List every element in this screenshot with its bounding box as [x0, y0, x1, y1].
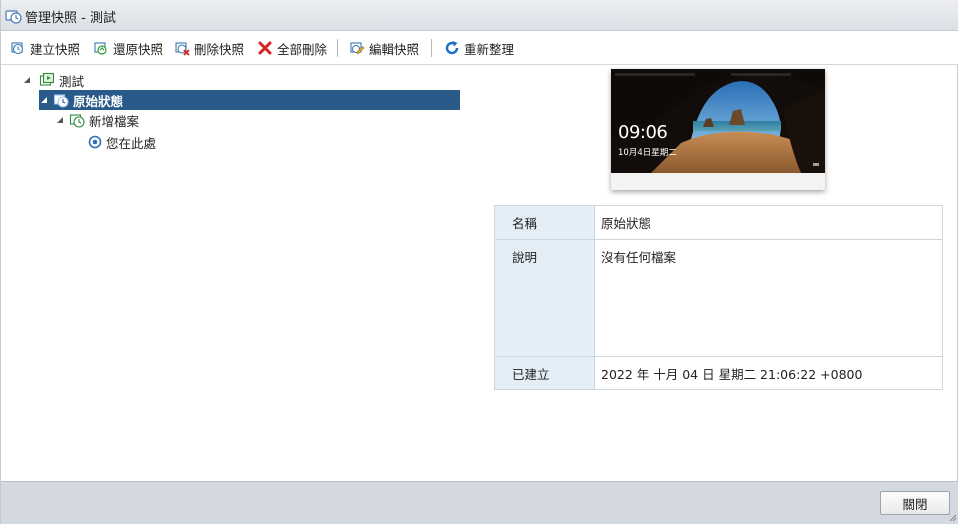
tree-current-label: 您在此處: [106, 135, 157, 151]
details-row-description: 說明 沒有任何檔案: [495, 240, 942, 357]
toolbar-separator: [431, 39, 432, 57]
edit-snapshot-label: 編輯快照: [369, 41, 420, 57]
expand-arrow-icon[interactable]: [22, 75, 32, 85]
delete-snapshot-icon: [175, 42, 190, 56]
details-key-cell: 說明: [495, 240, 595, 356]
current-state-icon: [88, 135, 102, 149]
details-row-name: 名稱 原始狀態: [495, 206, 942, 240]
snapshot-details-table: 名稱 原始狀態 說明 沒有任何檔案 已建立 2022 年 十月 04 日 星期二…: [494, 205, 943, 390]
edit-snapshot-icon: [350, 42, 365, 55]
name-key: 名稱: [512, 216, 538, 231]
delete-all-button[interactable]: 全部刪除: [257, 38, 327, 58]
delete-snapshot-label: 刪除快照: [194, 41, 245, 57]
edit-snapshot-button[interactable]: 編輯快照: [349, 38, 419, 58]
close-button[interactable]: 關閉: [880, 491, 950, 515]
snapshot-icon: [69, 114, 85, 128]
delete-all-label: 全部刪除: [277, 41, 328, 57]
description-key: 說明: [512, 250, 538, 265]
delete-snapshot-button[interactable]: 刪除快照: [174, 38, 244, 58]
name-value: 原始狀態: [601, 216, 652, 231]
resize-grip-icon[interactable]: [948, 513, 957, 522]
create-snapshot-label: 建立快照: [30, 41, 81, 57]
refresh-icon: [445, 41, 459, 55]
snapshot-manager-window: 管理快照 - 測試 建立快照 還原快照 刪除快照 全部刪除 編輯快照 重新整理 …: [0, 0, 958, 524]
revert-snapshot-button[interactable]: 還原快照: [93, 38, 163, 58]
create-snapshot-icon: [11, 42, 24, 55]
refresh-button[interactable]: 重新整理: [444, 38, 514, 58]
tree-snapshot-label: 原始狀態: [73, 93, 124, 109]
delete-all-icon: [258, 41, 272, 55]
details-key-cell: 已建立: [495, 357, 595, 389]
details-key-cell: 名稱: [495, 206, 595, 239]
snapshot-icon: [53, 94, 69, 108]
snapshot-manager-icon: [5, 10, 22, 24]
tree-node-you-are-here[interactable]: 您在此處: [88, 132, 156, 152]
expand-arrow-icon[interactable]: [55, 115, 65, 125]
vm-icon: [39, 72, 55, 86]
created-key: 已建立: [512, 367, 550, 382]
toolbar: 建立快照 還原快照 刪除快照 全部刪除 編輯快照 重新整理: [1, 31, 958, 65]
description-value: 沒有任何檔案: [601, 250, 677, 265]
snapshot-tree: 測試 原始狀態 新增檔案 您在此處: [1, 66, 481, 480]
preview-clock-time: 09:06: [618, 122, 668, 143]
window-title: 管理快照 - 測試: [25, 11, 116, 26]
preview-clock-date: 10月4日星期二: [618, 148, 677, 158]
created-value: 2022 年 十月 04 日 星期二 21:06:22 +0800: [601, 367, 863, 382]
snapshot-preview-thumbnail: 09:06 10月4日星期二: [611, 69, 825, 190]
tree-node-new-file[interactable]: 新增檔案: [55, 110, 139, 130]
toolbar-separator: [337, 39, 338, 57]
dialog-footer: 關閉: [1, 481, 958, 524]
details-row-created: 已建立 2022 年 十月 04 日 星期二 21:06:22 +0800: [495, 357, 942, 389]
tree-node-root[interactable]: 測試: [22, 70, 84, 90]
revert-snapshot-label: 還原快照: [113, 41, 164, 57]
title-bar[interactable]: 管理快照 - 測試: [1, 0, 958, 31]
tree-child-label: 新增檔案: [89, 113, 140, 129]
refresh-label: 重新整理: [464, 41, 515, 57]
tree-node-original-state[interactable]: 原始狀態: [39, 90, 460, 110]
create-snapshot-button[interactable]: 建立快照: [10, 38, 80, 58]
revert-snapshot-icon: [94, 42, 107, 55]
tree-root-label: 測試: [59, 73, 85, 89]
expand-arrow-icon[interactable]: [39, 95, 49, 105]
